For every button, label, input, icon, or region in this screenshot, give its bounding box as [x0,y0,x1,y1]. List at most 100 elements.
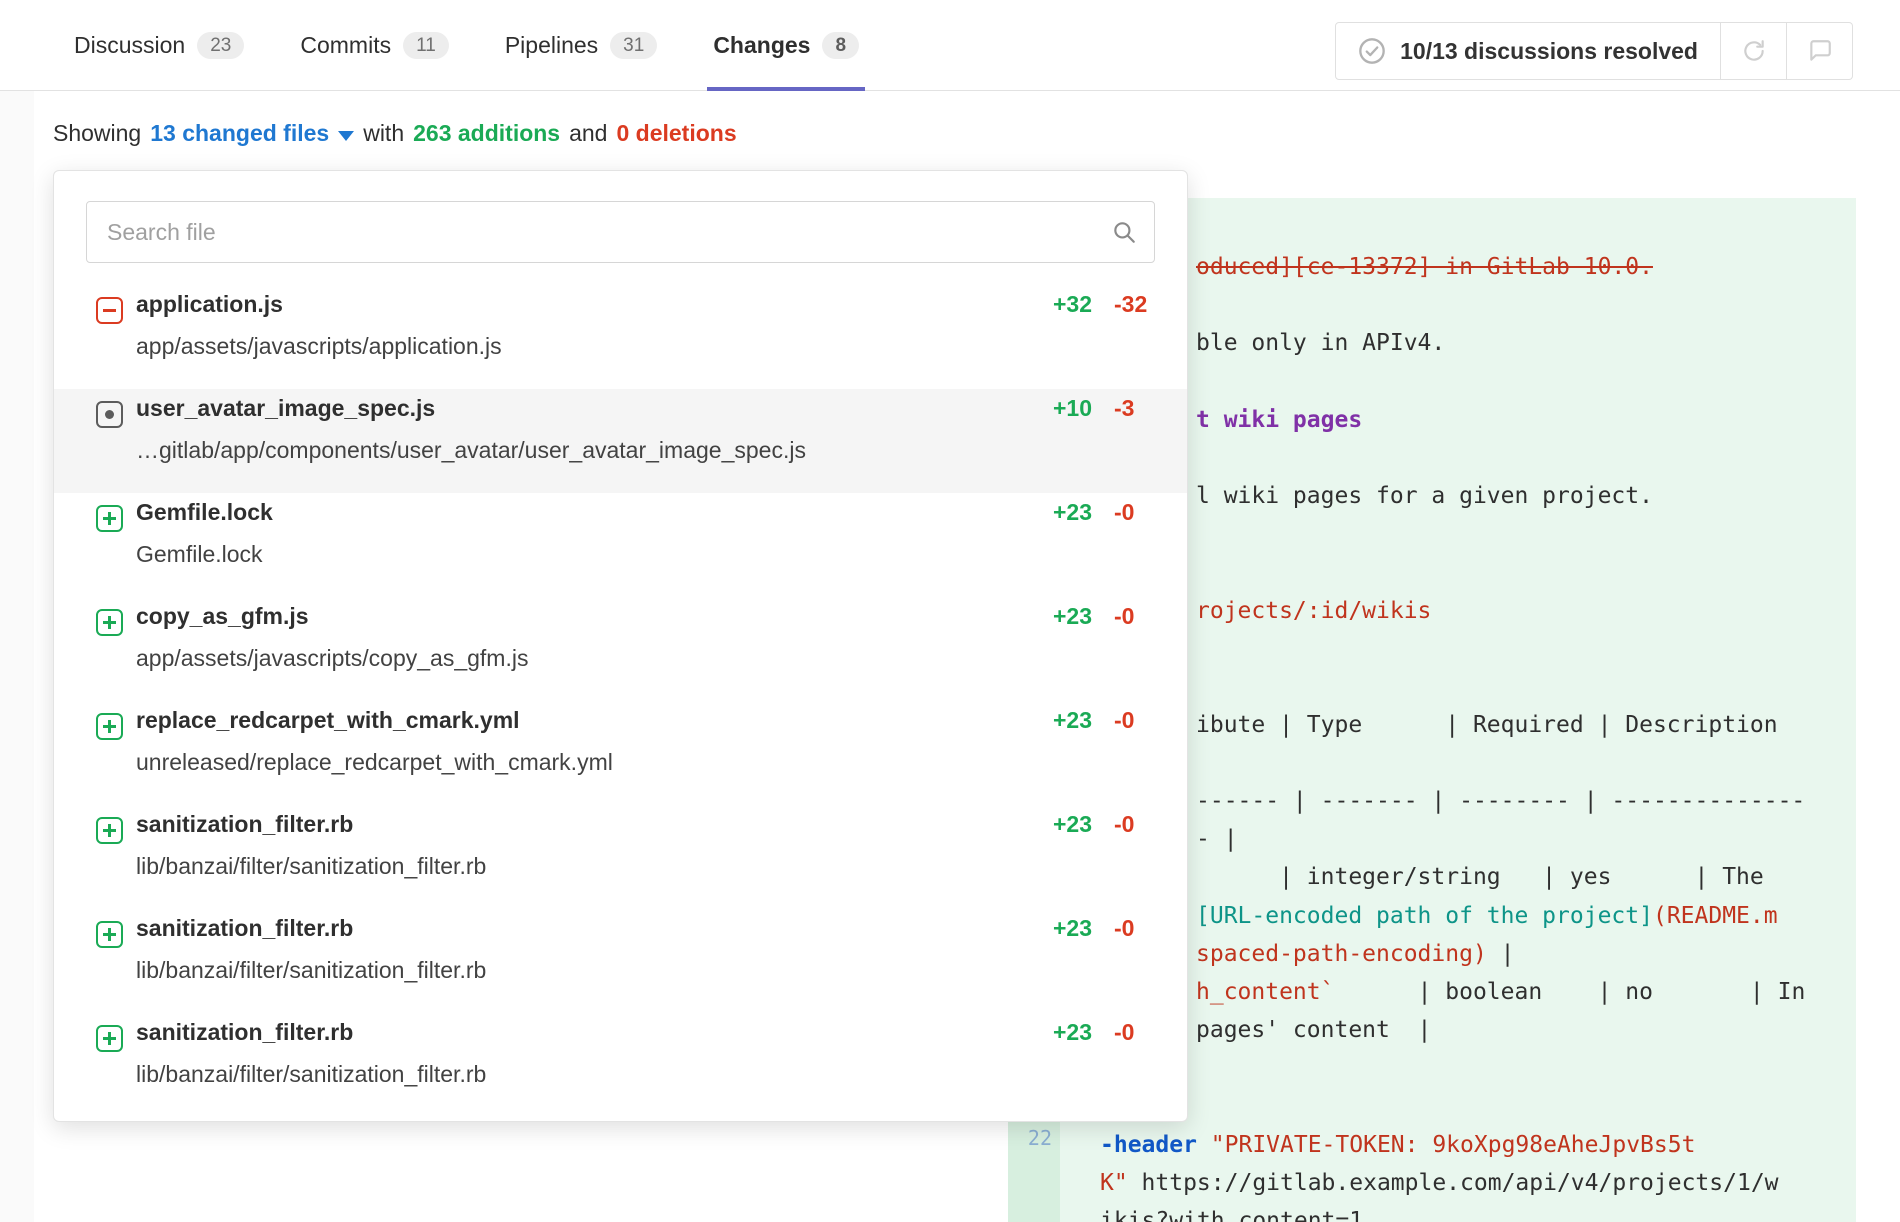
file-row[interactable]: copy_as_gfm.js app/assets/javascripts/co… [54,597,1187,701]
code-line: ibute | Type | Required | Description [1196,706,1778,744]
file-path: app/assets/javascripts/application.js [136,333,502,360]
file-status-icon [96,817,123,844]
code-line: K" https://gitlab.example.com/api/v4/pro… [1100,1164,1779,1202]
search-file-input[interactable] [86,201,1155,263]
code-line: t wiki pages [1196,401,1362,439]
merge-request-changes-page: 22 oduced][ce-13372] in GitLab 10.0.ble … [0,0,1900,1222]
tab-count-badge: 8 [822,32,859,59]
file-search-dropdown: application.js app/assets/javascripts/ap… [53,170,1188,1122]
file-deletions: -0 [1114,707,1134,734]
search-icon [1111,219,1137,245]
file-status-icon [96,505,123,532]
file-additions: +23 [1002,499,1092,526]
tab-discussion[interactable]: Discussion 23 [74,0,244,90]
tab-label: Pipelines [505,32,598,59]
file-name: sanitization_filter.rb [136,915,353,942]
file-row[interactable]: replace_redcarpet_with_cmark.yml unrelea… [54,701,1187,805]
tab-label: Changes [713,32,810,59]
code-line: rojects/:id/wikis [1196,592,1431,630]
search-wrap [86,201,1155,263]
file-row[interactable]: sanitization_filter.rb lib/banzai/filter… [54,1013,1187,1117]
additions-count: 263 additions [413,120,560,147]
file-additions: +32 [1002,291,1092,318]
file-name: sanitization_filter.rb [136,1019,353,1046]
changed-files-count: 13 changed files [150,120,329,147]
code-line: oduced][ce-13372] in GitLab 10.0. [1196,248,1653,286]
file-path: app/assets/javascripts/copy_as_gfm.js [136,645,528,672]
code-line: ------ | ------- | -------- | ----------… [1196,782,1805,820]
code-line: pages' content | [1196,1011,1431,1049]
file-additions: +23 [1002,603,1092,630]
code-line: ble only in APIv4. [1196,324,1445,362]
tab-count-badge: 31 [610,32,657,59]
file-name: replace_redcarpet_with_cmark.yml [136,707,520,734]
code-line: ikis?with_content=1 [1100,1202,1363,1222]
file-status-icon [96,401,123,428]
resolve-all-discussions-button[interactable] [1721,22,1787,80]
tab-count-badge: 23 [197,32,244,59]
with-text: with [363,120,404,147]
check-circle-icon [1358,37,1386,65]
file-name: Gemfile.lock [136,499,273,526]
file-deletions: -0 [1114,603,1134,630]
jump-to-next-discussion-button[interactable] [1787,22,1853,80]
code-line: l wiki pages for a given project. [1196,477,1653,515]
discussions-resolved-text: 10/13 discussions resolved [1400,38,1698,65]
file-deletions: -0 [1114,1019,1134,1046]
file-deletions: -0 [1114,499,1134,526]
showing-text: Showing [53,120,141,147]
file-deletions: -3 [1114,395,1134,422]
file-additions: +23 [1002,1019,1092,1046]
file-row[interactable]: sanitization_filter.rb lib/banzai/filter… [54,805,1187,909]
file-path: lib/banzai/filter/sanitization_filter.rb [136,853,486,880]
file-additions: +23 [1002,811,1092,838]
file-name: sanitization_filter.rb [136,811,353,838]
tab-label: Discussion [74,32,185,59]
and-text: and [569,120,607,147]
file-name: application.js [136,291,283,318]
comment-icon [1807,38,1833,64]
code-line: -header "PRIVATE-TOKEN: 9koXpg98eAheJpvB… [1100,1126,1695,1164]
discussions-toolbar: 10/13 discussions resolved [1335,22,1853,80]
caret-down-icon [338,131,354,141]
file-status-icon [96,921,123,948]
file-status-icon [96,1025,123,1052]
tab-pipelines[interactable]: Pipelines 31 [505,0,657,90]
file-path: unreleased/replace_redcarpet_with_cmark.… [136,749,613,776]
mr-tabs: Discussion 23 Commits 11 Pipelines 31 Ch… [74,0,859,90]
deletions-count: 0 deletions [616,120,736,147]
tab-count-badge: 11 [403,32,449,59]
page-gutter [0,36,34,1222]
file-additions: +10 [1002,395,1092,422]
file-row[interactable]: Gemfile.lock Gemfile.lock +23 -0 [54,493,1187,597]
file-row[interactable]: sanitization_filter.rb lib/banzai/filter… [54,909,1187,1013]
mr-tabs-bar: Discussion 23 Commits 11 Pipelines 31 Ch… [0,0,1900,91]
changed-files-dropdown-toggle[interactable]: 13 changed files [150,120,354,147]
discussions-resolved-status: 10/13 discussions resolved [1335,22,1721,80]
file-path: lib/banzai/filter/sanitization_filter.rb [136,957,486,984]
file-deletions: -0 [1114,915,1134,942]
file-name: copy_as_gfm.js [136,603,309,630]
file-path: lib/banzai/filter/sanitization_filter.rb [136,1061,486,1088]
file-additions: +23 [1002,707,1092,734]
tab-commits[interactable]: Commits 11 [300,0,448,90]
code-line: | integer/string | yes | The [1196,858,1764,896]
changes-summary: Showing 13 changed files with 263 additi… [53,120,737,147]
file-status-icon [96,609,123,636]
code-line: spaced-path-encoding) | [1196,935,1515,973]
file-status-icon [96,297,123,324]
code-line: [URL-encoded path of the project](README… [1196,897,1778,935]
code-line: h_content` | boolean | no | In [1196,973,1805,1011]
file-additions: +23 [1002,915,1092,942]
tab-changes[interactable]: Changes 8 [713,0,859,90]
file-deletions: -0 [1114,811,1134,838]
file-path: Gemfile.lock [136,541,263,568]
file-list: application.js app/assets/javascripts/ap… [54,285,1187,1117]
file-row[interactable]: user_avatar_image_spec.js …gitlab/app/co… [54,389,1187,493]
file-path: …gitlab/app/components/user_avatar/user_… [136,437,806,464]
file-row[interactable]: application.js app/assets/javascripts/ap… [54,285,1187,389]
file-name: user_avatar_image_spec.js [136,395,435,422]
file-status-icon [96,713,123,740]
resolve-discussions-icon [1741,38,1767,64]
code-line: - | [1196,820,1238,858]
